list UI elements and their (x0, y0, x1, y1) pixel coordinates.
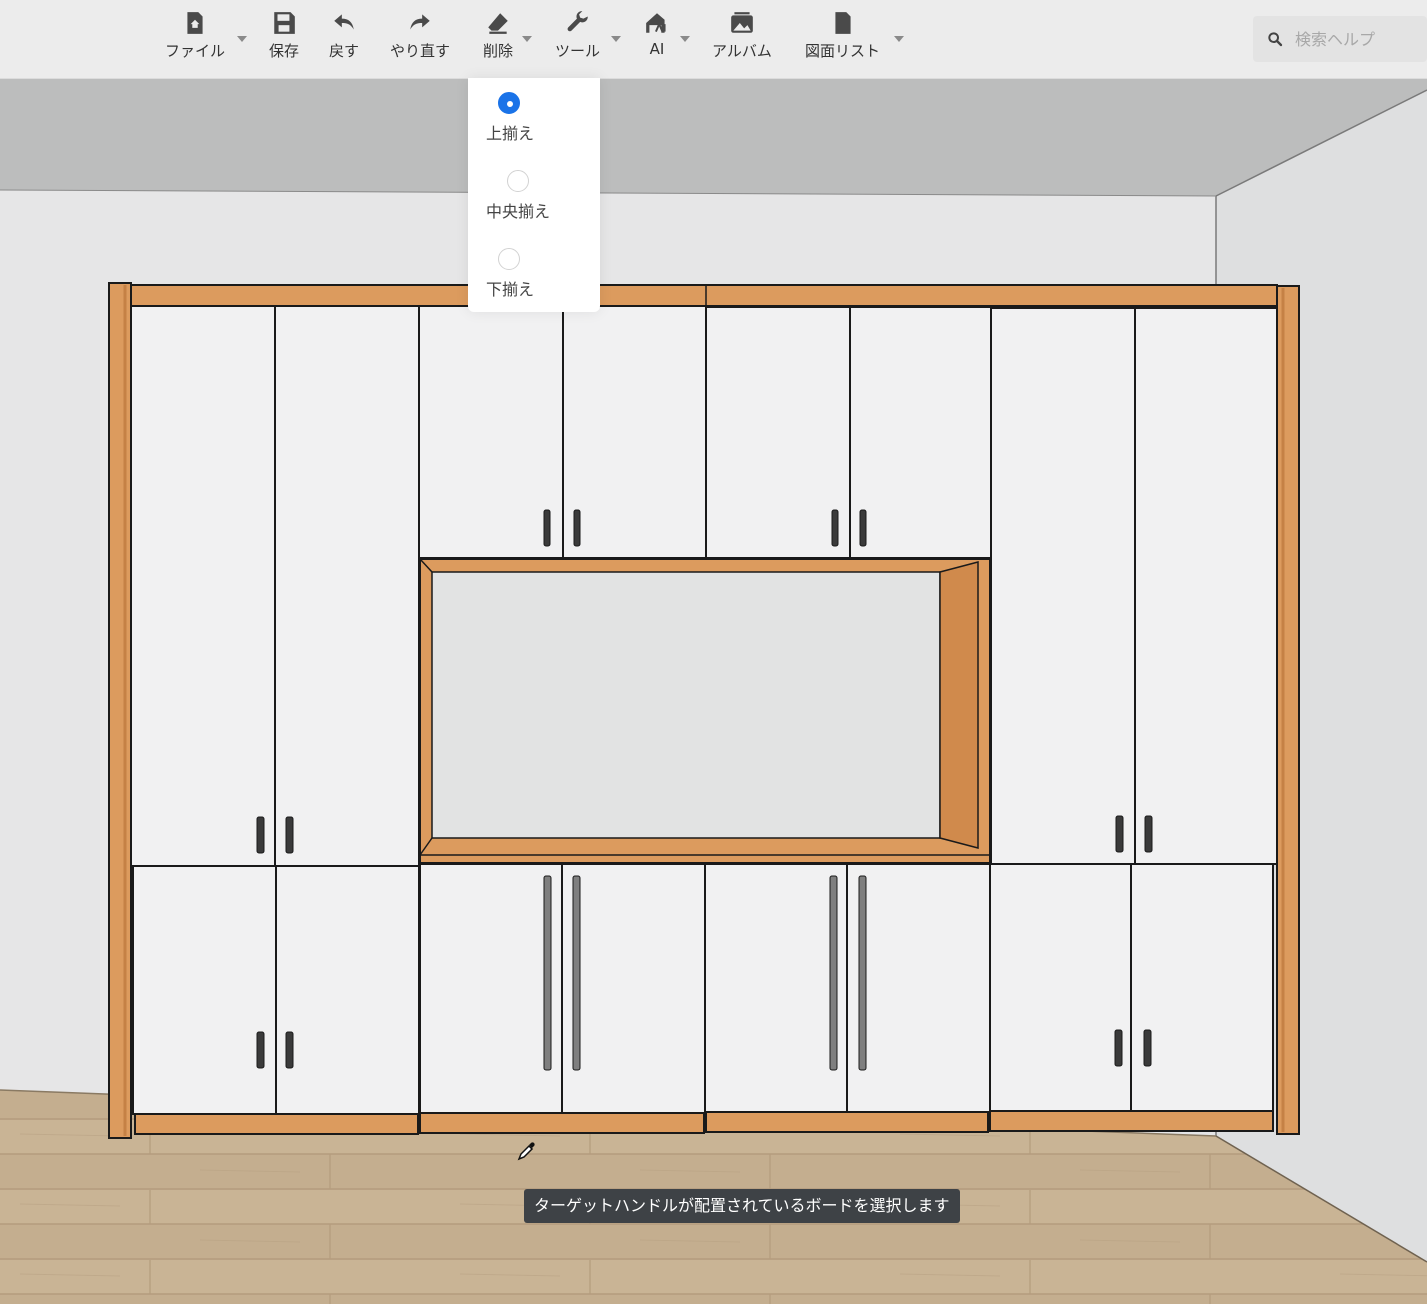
kick-board-1[interactable] (134, 1113, 419, 1135)
door-lower-3[interactable] (419, 863, 563, 1114)
help-search-box[interactable] (1253, 16, 1427, 62)
drawing-list-caret-icon[interactable] (894, 36, 904, 42)
drawing-list-label: 図面リスト (805, 42, 881, 60)
delete-menu-caret-icon[interactable] (522, 36, 532, 42)
image-album-icon (731, 12, 753, 33)
save-label: 保存 (269, 42, 300, 60)
door-upper-1[interactable] (418, 305, 564, 559)
align-center-label: 中央揃え (486, 202, 551, 221)
file-menu-button[interactable]: ファイル (165, 10, 225, 70)
tools-label: ツール (555, 42, 601, 60)
kick-board-2[interactable] (419, 1112, 705, 1134)
document-icon (834, 12, 851, 34)
open-niche[interactable] (419, 558, 991, 864)
align-center-radio[interactable] (507, 170, 529, 192)
top-board[interactable] (130, 284, 1278, 307)
ai-label: AI (649, 40, 665, 58)
help-search-input[interactable] (1293, 28, 1427, 50)
album-label: アルバム (712, 42, 772, 60)
undo-arrow-icon (334, 14, 354, 30)
align-bottom-label: 下揃え (486, 280, 535, 299)
door-lower-8[interactable] (1130, 863, 1274, 1112)
align-bottom-radio[interactable] (498, 248, 520, 270)
door-left-tall-2[interactable] (274, 305, 420, 867)
tools-menu-button[interactable]: ツール (555, 10, 600, 70)
door-lower-7[interactable] (989, 863, 1132, 1112)
save-button[interactable]: 保存 (269, 10, 299, 70)
file-home-icon (187, 12, 203, 34)
eraser-icon (488, 13, 508, 34)
left-side-panel[interactable] (108, 282, 132, 1139)
door-lower-4[interactable] (561, 863, 706, 1114)
undo-button[interactable]: 戻す (329, 10, 359, 70)
kick-board-3[interactable] (705, 1111, 989, 1133)
door-right-tall-2[interactable] (1134, 307, 1278, 865)
album-button[interactable]: アルバム (712, 10, 772, 70)
status-tooltip: ターゲットハンドルが配置されているボードを選択します (524, 1189, 960, 1223)
ai-menu-button[interactable]: AI (644, 10, 670, 70)
kick-board-4[interactable] (989, 1110, 1274, 1132)
search-icon (1268, 32, 1283, 47)
file-menu-label: ファイル (165, 42, 226, 60)
redo-button[interactable]: やり直す (390, 10, 450, 70)
delete-menu-button[interactable]: 削除 (483, 10, 513, 70)
top-toolbar: ファイル 保存 戻す やり直す 削除 ツール AI アルバム 図面リスト (0, 0, 1427, 79)
redo-arrow-icon (410, 14, 430, 30)
right-side-panel[interactable] (1276, 285, 1300, 1135)
wrench-icon (567, 11, 588, 32)
door-upper-3[interactable] (705, 306, 851, 559)
door-lower-5[interactable] (704, 863, 848, 1113)
redo-label: やり直す (390, 42, 451, 60)
door-lower-6[interactable] (846, 863, 991, 1113)
door-lower-1[interactable] (132, 865, 277, 1115)
delete-label: 削除 (483, 42, 514, 60)
align-top-radio[interactable] (498, 92, 520, 114)
ceiling (0, 78, 1427, 196)
undo-label: 戻す (329, 42, 360, 60)
drawing-list-button[interactable]: 図面リスト (805, 10, 880, 70)
floppy-disk-icon (274, 12, 295, 34)
door-upper-4[interactable] (849, 306, 992, 559)
alignment-dropdown: 上揃え 中央揃え 下揃え (468, 78, 600, 312)
tools-menu-caret-icon[interactable] (611, 36, 621, 42)
door-lower-2[interactable] (275, 865, 420, 1115)
eyedropper-cursor-icon (517, 1142, 535, 1161)
door-upper-2[interactable] (562, 305, 707, 559)
cabinet-unit[interactable] (108, 282, 1300, 1139)
file-menu-caret-icon[interactable] (237, 36, 247, 42)
door-right-tall-1[interactable] (990, 307, 1136, 865)
door-left-tall-1[interactable] (130, 305, 276, 867)
cabinet-3d-viewport[interactable] (0, 0, 1427, 1304)
ai-house-icon (646, 13, 666, 33)
align-top-label: 上揃え (486, 124, 535, 143)
ai-menu-caret-icon[interactable] (680, 36, 690, 42)
